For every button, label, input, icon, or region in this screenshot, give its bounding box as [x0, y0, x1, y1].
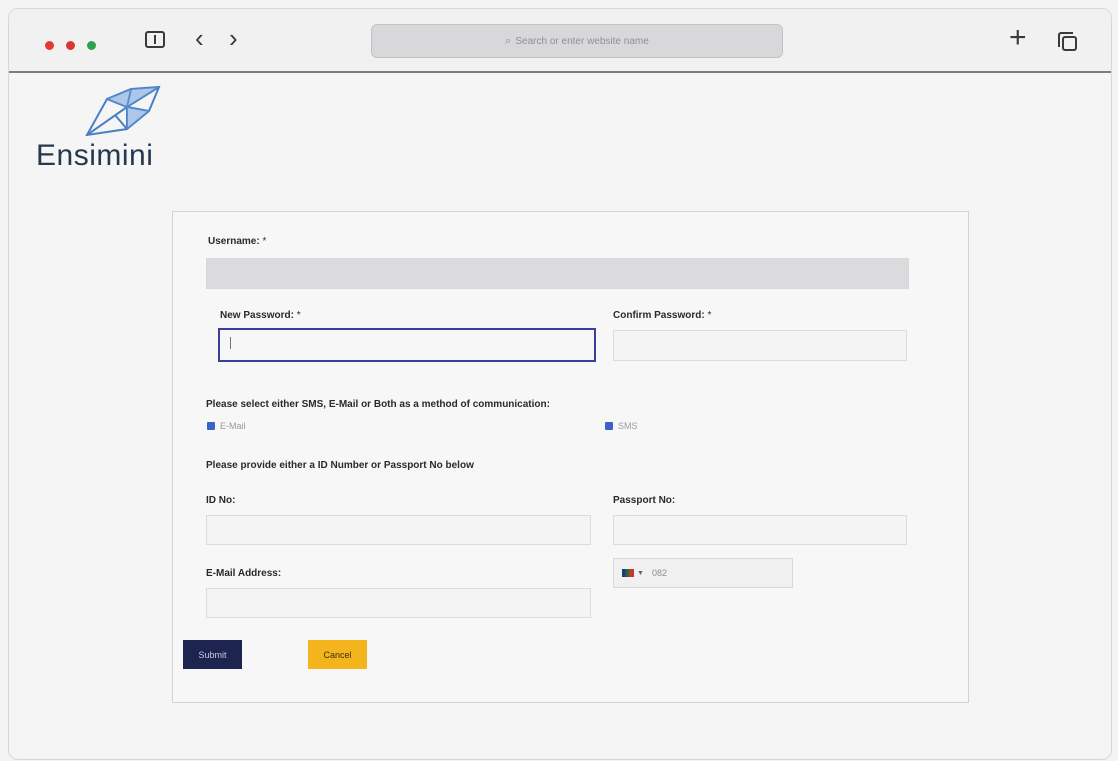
sms-option-label: SMS [618, 421, 638, 431]
id-number-input[interactable] [206, 515, 591, 545]
flag-icon[interactable] [622, 569, 634, 577]
chevron-down-icon[interactable]: ▼ [637, 570, 644, 577]
username-label: Username: * [208, 236, 267, 247]
brand-name: Ensimini [36, 139, 154, 172]
email-address-label: E-Mail Address: [206, 568, 282, 579]
email-checkbox[interactable] [207, 422, 215, 430]
submit-button[interactable]: Submit [183, 640, 242, 669]
phone-input[interactable]: ▼ 082 [613, 558, 793, 588]
maximize-window-button[interactable] [87, 41, 96, 50]
username-input[interactable] [206, 258, 909, 289]
cancel-button[interactable]: Cancel [308, 640, 367, 669]
browser-toolbar: ‹ › ⌕ Search or enter website name + [9, 9, 1111, 73]
id-number-label: ID No: [206, 495, 236, 506]
browser-window: ‹ › ⌕ Search or enter website name + Ens… [8, 8, 1112, 760]
new-password-input[interactable] [218, 328, 596, 362]
communication-prompt: Please select either SMS, E-Mail or Both… [206, 399, 550, 410]
sidebar-toggle-icon[interactable] [145, 31, 165, 48]
address-bar[interactable]: ⌕ Search or enter website name [371, 24, 783, 58]
forward-icon[interactable]: › [229, 23, 238, 53]
new-tab-icon[interactable]: + [1009, 23, 1027, 53]
passport-input[interactable] [613, 515, 907, 545]
new-password-label: New Password: * [220, 310, 301, 321]
confirm-password-input[interactable] [613, 330, 907, 361]
tab-overview-icon[interactable] [1058, 32, 1077, 51]
address-placeholder: Search or enter website name [515, 35, 649, 47]
text-caret [230, 337, 231, 349]
search-icon: ⌕ [505, 34, 512, 47]
phone-prefix: 082 [651, 568, 667, 578]
email-address-input[interactable] [206, 588, 591, 618]
id-prompt: Please provide either a ID Number or Pas… [206, 460, 474, 471]
close-window-button[interactable] [45, 41, 54, 50]
minimize-window-button[interactable] [66, 41, 75, 50]
passport-label: Passport No: [613, 495, 676, 506]
confirm-password-label: Confirm Password: * [613, 310, 712, 321]
registration-form: Username: * New Password: * Confirm Pass… [172, 211, 969, 703]
sms-checkbox[interactable] [605, 422, 613, 430]
ensimini-logo-icon [79, 85, 165, 142]
back-icon[interactable]: ‹ [195, 23, 204, 53]
email-option-label: E-Mail [220, 421, 246, 431]
